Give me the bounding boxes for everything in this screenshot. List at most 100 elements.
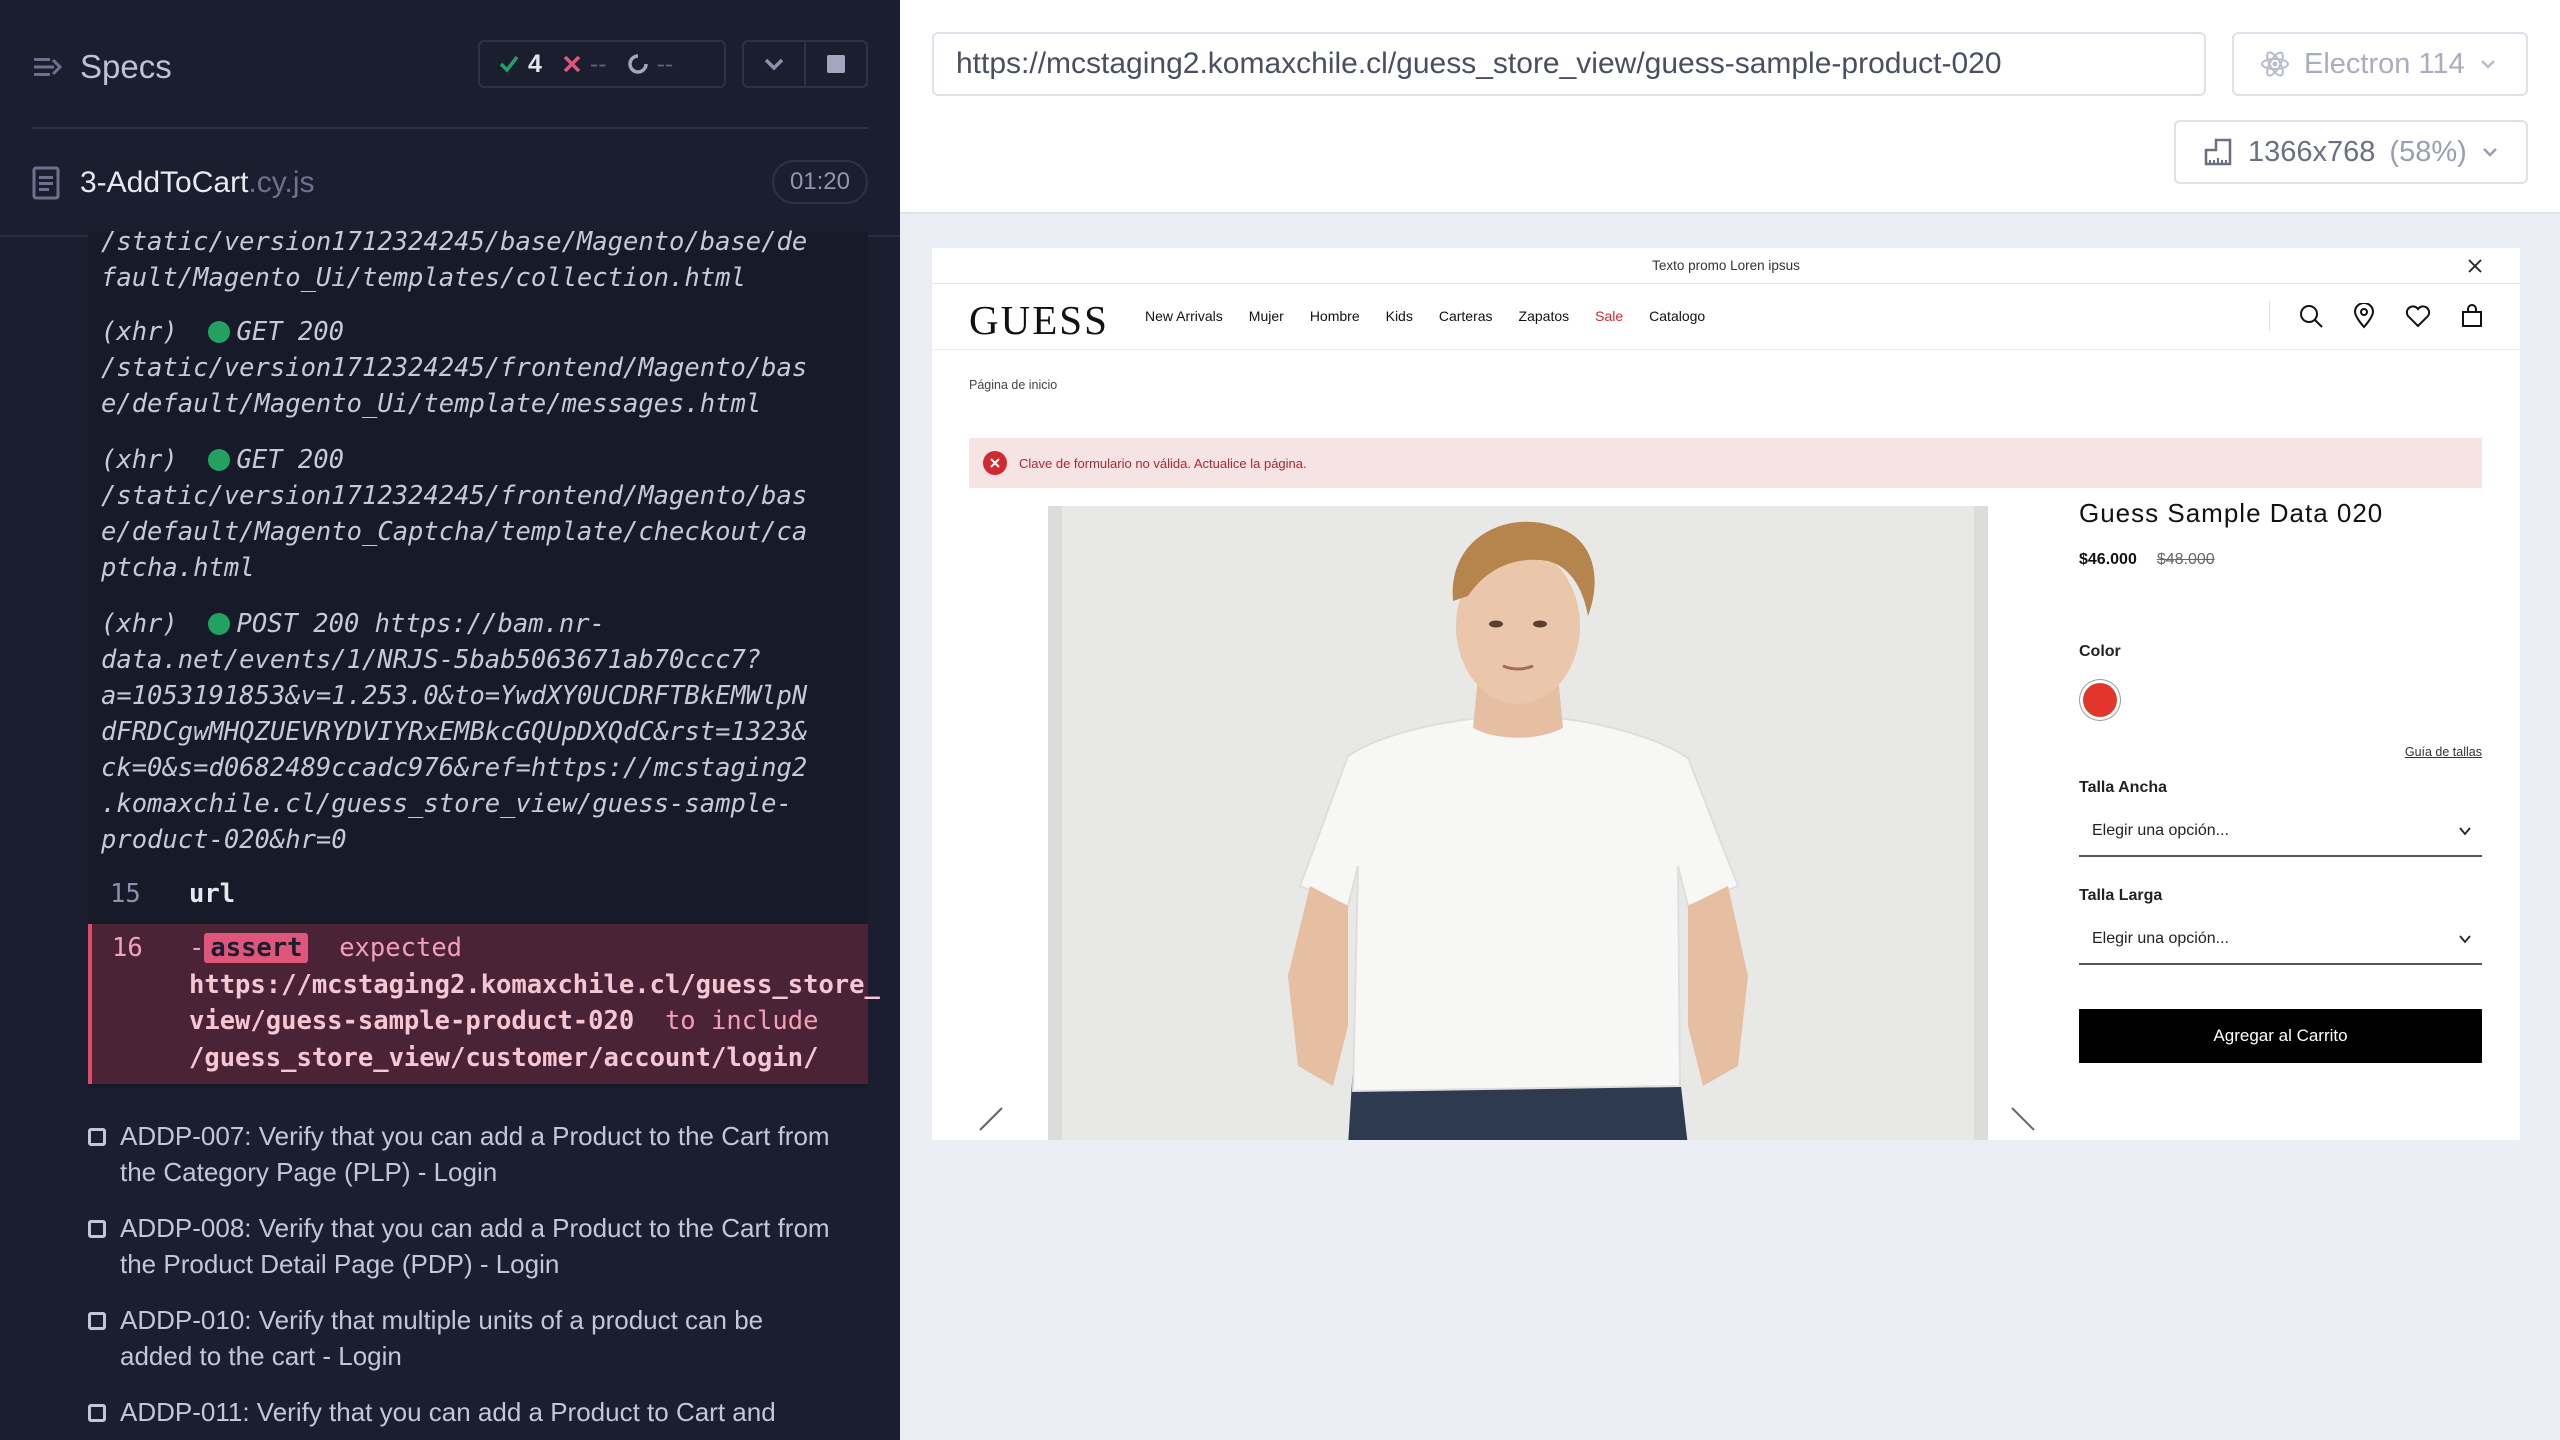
nav-hombre[interactable]: Hombre	[1310, 308, 1360, 324]
heart-icon[interactable]	[2404, 303, 2432, 329]
command-name: url	[189, 879, 236, 909]
assert-actual: https://mcstaging2.komaxchile.cl/guess_s…	[189, 969, 880, 1000]
test-title: ADDP-010: Verify that multiple units of …	[120, 1305, 764, 1335]
product-price: $46.000	[2079, 551, 2137, 568]
passed-stat: 4	[498, 50, 542, 79]
talla-ancha-label: Talla Ancha	[2079, 779, 2168, 796]
specs-toggle-button[interactable]: Specs	[32, 48, 172, 86]
specs-list-icon	[34, 58, 62, 76]
color-swatch-red[interactable]	[2083, 683, 2117, 717]
chevron-down-icon	[2459, 935, 2471, 944]
close-icon[interactable]	[2466, 257, 2484, 275]
test-title: the Category Page (PLP) - Login	[120, 1157, 498, 1187]
talla-larga-label: Talla Larga	[2079, 887, 2163, 904]
error-alert: Clave de formulario no válida. Actualice…	[969, 438, 2482, 488]
spinner-icon	[627, 54, 648, 74]
promo-text: Texto promo Loren ipsus	[1652, 258, 1800, 273]
guess-logo[interactable]: GUESS	[969, 296, 1109, 344]
pending-test-icon	[88, 1404, 106, 1422]
cypress-reporter: Specs 4 -- -- 3-AddToCart .cy.js 01:20 /…	[0, 0, 900, 1440]
url-bar[interactable]: https://mcstaging2.komaxchile.cl/guess_s…	[932, 32, 2206, 96]
carousel-prev-icon[interactable]	[972, 1104, 1012, 1140]
product-image[interactable]	[1048, 506, 1988, 1140]
failed-assertion[interactable]: 16 - assert expected https://mcstaging2.k…	[88, 924, 880, 1084]
log-line: .komaxchile.cl/guess_store_view/guess-sa…	[101, 789, 792, 819]
xhr-entry[interactable]: (xhr) GET 200	[101, 314, 861, 351]
error-icon	[983, 451, 1007, 475]
pending-test-icon	[88, 1220, 106, 1238]
color-label: Color	[2079, 643, 2121, 660]
carousel-next-icon[interactable]	[2002, 1104, 2042, 1140]
command-url[interactable]: 15 url	[88, 876, 868, 914]
search-icon[interactable]	[2298, 303, 2324, 329]
log-line: /static/version1712324245/frontend/Magen…	[101, 481, 808, 511]
header-divider	[2269, 301, 2270, 331]
chevron-down-icon	[764, 58, 784, 71]
promo-bar: Texto promo Loren ipsus	[932, 248, 2520, 284]
xhr-status: POST 200 https://bam.nr-	[236, 609, 605, 639]
specs-label: Specs	[80, 48, 172, 85]
color-swatches	[2079, 683, 2482, 717]
browser-label: Electron 114	[2304, 47, 2465, 80]
error-message: Clave de formulario no válida. Actualice…	[1019, 455, 1307, 471]
check-icon	[499, 55, 519, 73]
passed-count: 4	[528, 49, 542, 78]
log-line: e/default/Magento_Captcha/template/check…	[101, 517, 808, 547]
log-line: ptcha.html	[101, 553, 255, 583]
log-line: ck=0&s=d0682489ccadc976&ref=https://mcst…	[101, 753, 808, 783]
x-icon	[563, 55, 581, 73]
assert-actual: view/guess-sample-product-020	[189, 1006, 635, 1036]
log-line: dFRDCgwMHQZUEVRYDVIYRxEMBkcGQUpDXQdC&rst…	[101, 717, 808, 747]
nav-carteras[interactable]: Carteras	[1439, 308, 1493, 324]
talla-larga-select[interactable]: Elegir una opción...	[2079, 915, 2482, 965]
log-line: fault/Magento_Ui/templates/collection.ht…	[101, 263, 746, 293]
chevron-down-icon	[2482, 148, 2497, 157]
location-pin-icon[interactable]	[2352, 303, 2376, 329]
browser-selector[interactable]: Electron 114	[2232, 32, 2528, 96]
aut-toolbar: https://mcstaging2.komaxchile.cl/guess_s…	[900, 0, 2560, 214]
breadcrumb[interactable]: Página de inicio	[969, 378, 1057, 392]
shopping-bag-icon[interactable]	[2460, 303, 2484, 329]
product-title: Guess Sample Data 020	[2079, 498, 2384, 528]
add-to-cart-button[interactable]: Agregar al Carrito	[2079, 1009, 2482, 1063]
test-item[interactable]: ADDP-007: Verify that you can add a Prod…	[88, 1118, 868, 1190]
test-item[interactable]: ADDP-011: Verify that you can add a Prod…	[88, 1394, 868, 1430]
nav-zapatos[interactable]: Zapatos	[1519, 308, 1570, 324]
nav-kids[interactable]: Kids	[1386, 308, 1413, 324]
talla-ancha-select[interactable]: Elegir una opción...	[2079, 807, 2482, 857]
assert-to-include: to include	[664, 1006, 819, 1036]
xhr-entry[interactable]: (xhr) POST 200 https://bam.nr-	[101, 606, 861, 643]
status-dot-icon	[208, 449, 231, 471]
talla-larga-value: Elegir una opción...	[2092, 930, 2229, 947]
spec-file-row[interactable]: 3-AddToCart .cy.js 01:20	[32, 160, 868, 206]
collapse-button[interactable]	[744, 42, 804, 86]
price-row: $46.000 $48.000	[2079, 551, 2482, 569]
log-line: e/default/Magento_Ui/template/messages.h…	[101, 389, 762, 419]
command-number: 15	[110, 879, 141, 909]
header-divider	[32, 127, 868, 129]
viewport-selector[interactable]: 1366x768 (58%)	[2174, 120, 2528, 184]
assert-target: /guess_store_view/customer/account/login…	[189, 1042, 819, 1073]
assertion-text: - assert expected https://mcstaging2.koma…	[189, 930, 880, 1076]
nav-catalogo[interactable]: Catalogo	[1649, 308, 1705, 324]
pending-count: --	[656, 49, 674, 78]
xhr-tag: (xhr)	[101, 609, 178, 639]
chevron-down-icon	[2480, 60, 2495, 69]
test-title: the Product Detail Page (PDP) - Login	[120, 1249, 560, 1279]
electron-icon	[2261, 51, 2289, 77]
nav-sale[interactable]: Sale	[1595, 308, 1623, 324]
test-title: added to the cart - Login	[120, 1341, 402, 1371]
xhr-status: GET 200	[236, 445, 344, 475]
stop-button[interactable]	[804, 42, 866, 86]
product-info: Guess Sample Data 020 $46.000 $48.000 Co…	[2079, 498, 2482, 1063]
log-line: /static/version1712324245/base/Magento/b…	[101, 227, 808, 257]
ruler-icon	[2204, 138, 2232, 166]
size-guide-link[interactable]: Guía de tallas	[2079, 745, 2482, 759]
nav-new-arrivals[interactable]: New Arrivals	[1145, 308, 1223, 324]
test-item[interactable]: ADDP-008: Verify that you can add a Prod…	[88, 1210, 868, 1282]
assert-expected: expected	[339, 933, 463, 963]
xhr-entry[interactable]: (xhr) GET 200	[101, 442, 861, 479]
nav-mujer[interactable]: Mujer	[1249, 308, 1284, 324]
test-item[interactable]: ADDP-010: Verify that multiple units of …	[88, 1302, 868, 1374]
main-nav: New Arrivals Mujer Hombre Kids Carteras …	[1145, 308, 1731, 324]
